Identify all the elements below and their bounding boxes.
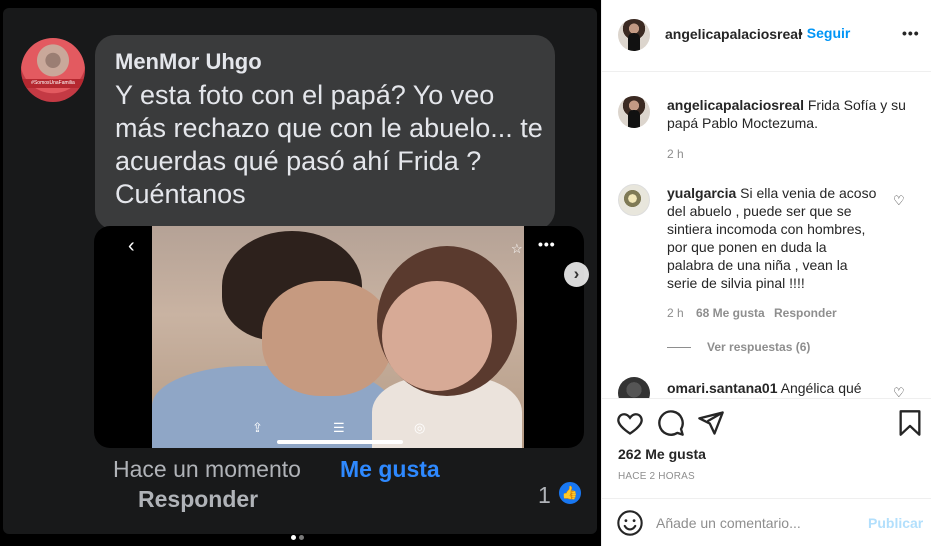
bookmark-icon[interactable] — [896, 409, 924, 437]
comment-item: yualgarcia Si ella venia de acoso del ab… — [667, 184, 877, 292]
carousel-dot — [299, 535, 304, 540]
comments-list[interactable]: angelicapalaciosreal Frida Sofía y su pa… — [602, 73, 931, 398]
owner-avatar[interactable] — [618, 19, 650, 51]
comment-reply-label: Responder — [138, 486, 259, 512]
comment-avatar[interactable] — [618, 184, 650, 216]
comment-bubble-icon[interactable] — [657, 409, 685, 437]
carousel-dots — [291, 527, 307, 545]
photo-girl-face — [382, 281, 492, 391]
reaction-count: 1 — [538, 482, 551, 508]
adjust-icon: ☰ — [333, 420, 345, 435]
share-icon: ⇪ — [252, 420, 263, 435]
view-replies-button[interactable]: Ver respuestas (6) — [707, 340, 810, 354]
comment-time: Hace un momento — [113, 456, 301, 482]
comment-bubble: MenMor Uhgo Y esta foto con el papá? Yo … — [95, 35, 555, 230]
more-options-icon[interactable]: ••• — [902, 25, 920, 41]
like-heart-icon[interactable] — [616, 409, 644, 437]
post-image: #SomosUnaFamilia MenMor Uhgo Y esta foto… — [0, 0, 601, 546]
post-timestamp[interactable]: HACE 2 HORAS — [618, 471, 695, 482]
add-comment-bar: Publicar — [602, 498, 931, 546]
separator-dot: • — [798, 25, 803, 41]
caption-time: 2 h — [667, 147, 684, 161]
publish-button[interactable]: Publicar — [868, 515, 923, 531]
comment-likes[interactable]: 68 Me gusta — [696, 306, 765, 320]
likes-count[interactable]: 262 Me gusta — [618, 446, 706, 462]
post-sidebar: angelicapalaciosreal • Seguir ••• angeli… — [601, 0, 931, 546]
follow-button[interactable]: Seguir — [807, 25, 851, 41]
caption-avatar[interactable] — [618, 96, 650, 128]
emoji-icon[interactable] — [616, 509, 644, 537]
home-indicator — [277, 440, 403, 444]
avatar-caption: #SomosUnaFamilia — [21, 79, 85, 88]
comment-input[interactable] — [656, 509, 856, 537]
comment-like-label: Me gusta — [340, 456, 440, 482]
comment-item: omari.santana01 Angélica qué — [667, 379, 887, 397]
more-icon: ••• — [538, 236, 556, 252]
post-header: angelicapalaciosreal • Seguir ••• — [602, 0, 931, 72]
comment-author: MenMor Uhgo — [115, 49, 262, 74]
caption: angelicapalaciosreal Frida Sofía y su pa… — [667, 96, 917, 132]
carousel-dot — [291, 535, 296, 540]
attached-photo-frame: ‹ ☆ ••• ⇪ ☰ ◎ — [94, 226, 584, 448]
comment-username[interactable]: omari.santana01 — [667, 380, 778, 396]
facebook-comment-screenshot: #SomosUnaFamilia MenMor Uhgo Y esta foto… — [3, 8, 597, 534]
post-actions: 262 Me gusta HACE 2 HORAS — [602, 398, 931, 498]
heart-icon[interactable]: ♡ — [893, 193, 905, 209]
follow-group: • Seguir — [798, 25, 850, 41]
heart-icon[interactable]: ♡ — [893, 385, 905, 398]
comment-username[interactable]: yualgarcia — [667, 185, 736, 201]
share-paper-plane-icon[interactable] — [697, 409, 725, 437]
comment-text: Y esta foto con el papá? Yo veo más rech… — [115, 80, 543, 209]
comment-text: Angélica qué — [780, 380, 862, 396]
commenter-avatar: #SomosUnaFamilia — [21, 38, 85, 102]
back-icon: ‹ — [128, 235, 135, 257]
attached-photo — [152, 226, 524, 448]
comment-avatar[interactable] — [618, 377, 650, 398]
star-icon: ☆ — [511, 241, 523, 256]
comment-reply-button[interactable]: Responder — [774, 306, 837, 320]
photo-man-face — [262, 281, 392, 396]
thumbs-up-icon: 👍 — [557, 480, 583, 506]
owner-username[interactable]: angelicapalaciosreal — [665, 26, 802, 42]
comment-time: 2 h — [667, 306, 684, 320]
carousel-next-button[interactable]: › — [564, 262, 589, 287]
replies-divider — [667, 347, 691, 348]
caption-username[interactable]: angelicapalaciosreal — [667, 97, 804, 113]
scan-icon: ◎ — [414, 420, 426, 435]
